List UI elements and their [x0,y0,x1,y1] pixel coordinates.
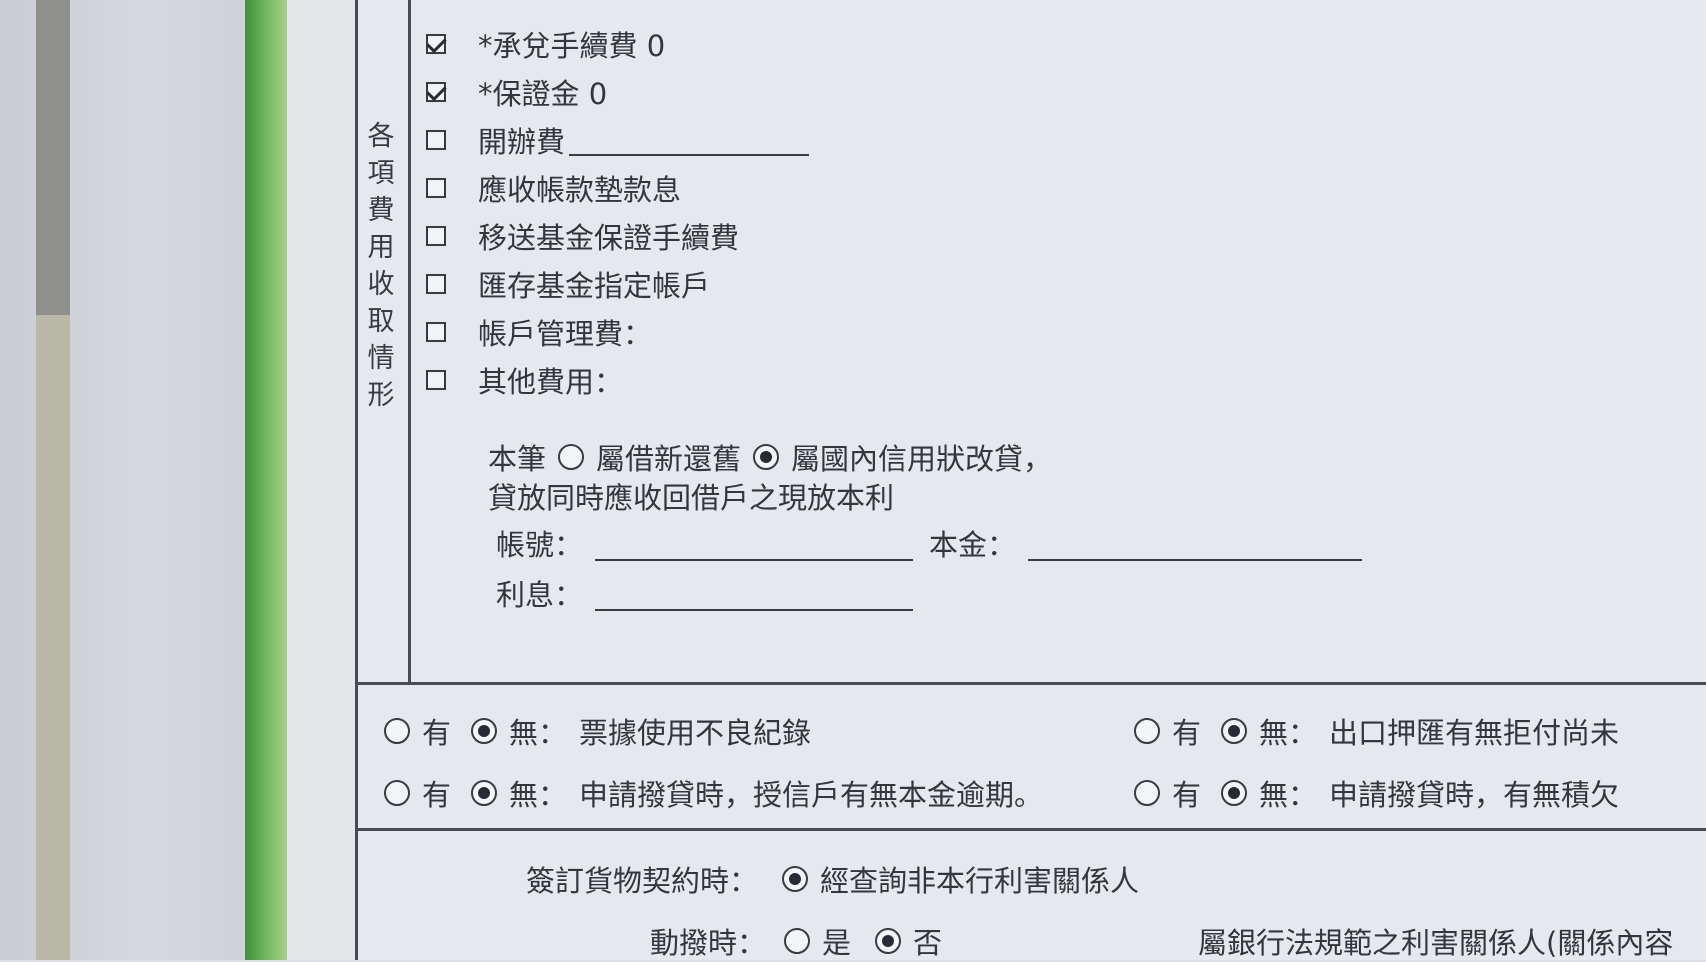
deposit-checkbox[interactable] [426,82,446,102]
yes-label: 有 [1172,778,1202,812]
check-row-1-right: 有 無： 出口押匯有無拒付尚未 [1134,710,1619,752]
account-mgmt-label: 帳戶管理費： [478,317,653,351]
interest-input[interactable] [595,575,914,611]
draw-yes-label: 是 [822,926,852,960]
arrears-yes-radio[interactable] [1134,780,1160,806]
fee-row-acceptance[interactable]: *承兌手續費 0 [426,24,665,64]
loan-desc: 貸放同時應收回借戶之現放本利 [488,481,895,515]
yes-label: 有 [422,778,452,812]
yes-label: 有 [1172,716,1202,750]
fee-row-other[interactable]: 其他費用： [426,360,623,400]
bill-record-no-radio[interactable] [471,718,498,744]
left-panel-strip [36,315,70,960]
acceptance-fee-checkbox[interactable] [426,34,446,54]
principal-label: 本金： [929,528,1017,562]
contract-option-label: 經查詢非本行利害關係人 [820,864,1140,898]
domestic-lc-label: 屬國內信用狀改貸， [791,442,1053,476]
setup-fee-checkbox[interactable] [426,130,446,150]
account-mgmt-checkbox[interactable] [426,322,446,342]
draw-label: 動撥時： [650,926,767,960]
check-row-2-left: 有 無： 申請撥貸時，授信戶有無本金逾期。 [384,772,1043,814]
other-fee-label: 其他費用： [478,365,624,399]
check-row-1-left: 有 無： 票據使用不良紀錄 [384,710,811,752]
divider [358,682,1706,685]
fee-row-account-mgmt[interactable]: 帳戶管理費： [426,312,652,352]
export-refusal-no-radio[interactable] [1221,718,1248,744]
fee-row-deposit[interactable]: *保證金 0 [426,72,607,112]
refinance-old-label: 屬借新還舊 [596,442,742,476]
fund-account-checkbox[interactable] [426,274,446,294]
left-scroll-strip [36,0,70,315]
fee-section-title: 各項費用收取情形 [367,121,395,411]
fee-section-label-cell: 各項費用收取情形 [358,0,411,682]
fee-row-receivable[interactable]: 應收帳款墊款息 [426,168,681,208]
account-input[interactable] [595,525,914,561]
other-fee-checkbox[interactable] [426,370,446,390]
refinance-old-radio[interactable] [558,444,585,470]
setup-fee-label: 開辦費 [478,125,566,159]
green-side-bar [245,0,287,960]
draw-no-radio[interactable] [875,928,902,954]
acceptance-fee-label: *承兌手續費 0 [478,29,666,63]
fund-guarantee-label: 移送基金保證手續費 [478,221,740,255]
loan-prefix: 本筆 [488,442,547,476]
principal-overdue-yes-radio[interactable] [384,780,410,806]
no-label: 無： [1259,716,1318,750]
no-label: 無： [509,778,568,812]
domestic-lc-radio[interactable] [753,444,780,470]
bill-record-label: 票據使用不良紀錄 [579,716,812,750]
principal-overdue-no-radio[interactable] [471,780,498,806]
no-label: 無： [1259,778,1318,812]
deposit-label: *保證金 0 [478,77,608,111]
contract-label: 簽訂貨物契約時： [526,864,759,898]
draw-no-label: 否 [913,926,943,960]
draw-yes-radio[interactable] [784,928,811,954]
contract-row: 簽訂貨物契約時： 經查詢非本行利害關係人 [526,858,1139,900]
draw-row: 動撥時： 是 否 [650,920,942,962]
setup-fee-input[interactable] [569,124,810,156]
law-note: 屬銀行法規範之利害關係人(關係內容 [1198,926,1674,960]
fee-row-fund-account[interactable]: 匯存基金指定帳戶 [426,264,710,304]
fund-guarantee-checkbox[interactable] [426,226,446,246]
loan-type-row: 本筆 屬借新還舊 屬國內信用狀改貸， [488,436,1052,478]
fee-row-setup[interactable]: 開辦費 [426,120,810,160]
account-row: 帳號： 本金： [496,522,1363,564]
interest-row: 利息： [496,572,914,614]
fund-account-label: 匯存基金指定帳戶 [478,269,711,303]
divider [358,828,1706,831]
loan-desc-row: 貸放同時應收回借戶之現放本利 [488,475,894,517]
no-label: 無： [509,716,568,750]
form-panel: 各項費用收取情形 *承兌手續費 0 *保證金 0 開辦費 應收帳款墊款息 移送基… [355,0,1706,960]
receivable-interest-label: 應收帳款墊款息 [478,173,682,207]
arrears-no-radio[interactable] [1221,780,1248,806]
receivable-interest-checkbox[interactable] [426,178,446,198]
page-margin [287,0,355,960]
account-label: 帳號： [496,528,584,562]
principal-overdue-label: 申請撥貸時，授信戶有無本金逾期。 [579,778,1044,812]
contract-non-related-radio[interactable] [782,866,809,892]
fee-row-fund-guarantee[interactable]: 移送基金保證手續費 [426,216,739,256]
principal-input[interactable] [1028,525,1363,561]
arrears-label: 申請撥貸時，有無積欠 [1329,778,1620,812]
yes-label: 有 [422,716,452,750]
check-row-2-right: 有 無： 申請撥貸時，有無積欠 [1134,772,1619,814]
interest-label: 利息： [496,578,584,612]
law-note-row: 屬銀行法規範之利害關係人(關係內容 [1198,920,1673,962]
export-refusal-label: 出口押匯有無拒付尚未 [1329,716,1620,750]
export-refusal-yes-radio[interactable] [1134,718,1160,744]
bill-record-yes-radio[interactable] [384,718,410,744]
